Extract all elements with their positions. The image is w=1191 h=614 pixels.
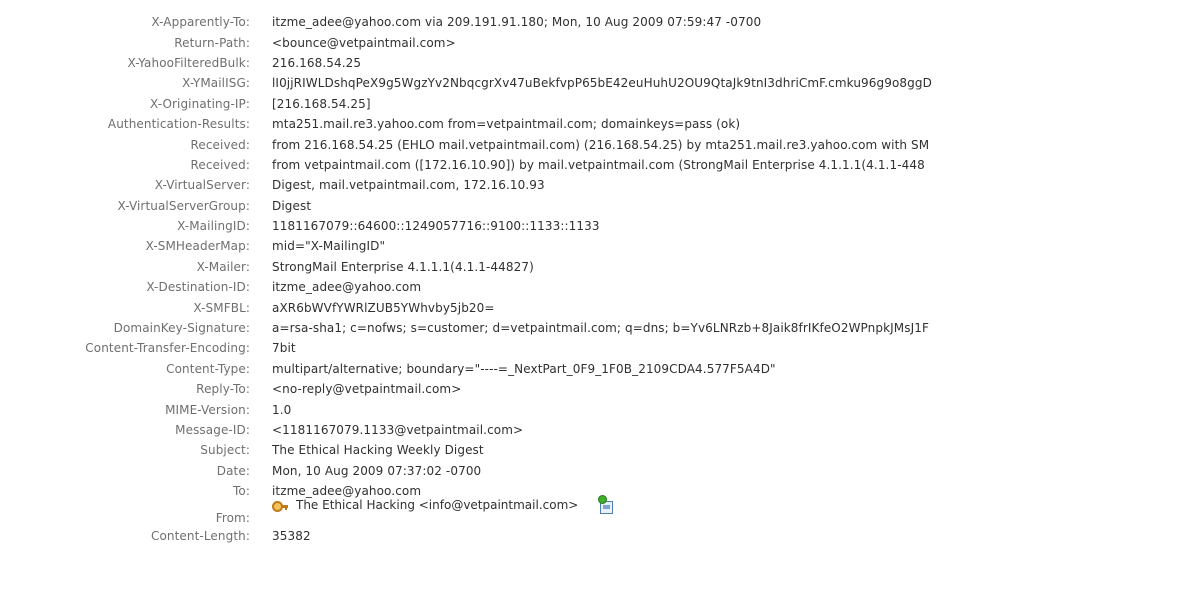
header-value: mta251.mail.re3.yahoo.com from=vetpaintm… [272, 117, 741, 132]
header-row: Content-Type: multipart/alternative; boun… [0, 359, 1191, 379]
header-row: X-YMailISG: lI0jjRIWLDshqPeX9g5WgzYv2Nbqc… [0, 73, 1191, 93]
header-name: Content-Length: [151, 528, 250, 543]
header-name: Return-Path: [174, 35, 250, 50]
header-row: X-YahooFilteredBulk: 216.168.54.25 [0, 53, 1191, 73]
header-name: Received: [190, 137, 250, 152]
header-value: Digest, mail.vetpaintmail.com, 172.16.10… [272, 178, 545, 193]
header-name: To: [233, 484, 250, 499]
header-value: itzme_adee@yahoo.com via 209.191.91.180;… [272, 15, 762, 30]
header-value: Digest [272, 198, 312, 213]
header-value: [216.168.54.25] [272, 96, 371, 111]
header-name: Date: [216, 463, 250, 478]
header-value: The Ethical Hacking Weekly Digest [272, 443, 484, 458]
header-row: Date: Mon, 10 Aug 2009 07:37:02 -0700 [0, 461, 1191, 481]
header-value: aXR6bWVfYWRlZUB5YWhvby5jb20= [272, 300, 495, 315]
header-row: X-SMFBL: aXR6bWVfYWRlZUB5YWhvby5jb20= [0, 297, 1191, 317]
header-name: MIME-Version: [165, 402, 250, 417]
header-value-from: The Ethical Hacking <info@vetpaintmail.c… [272, 495, 614, 515]
header-name: X-VirtualServer: [154, 178, 250, 193]
header-row: X-SMHeaderMap: mid="X-MailingID" [0, 236, 1191, 256]
header-value: 7bit [272, 341, 296, 356]
header-row: MIME-Version: 1.0 [0, 399, 1191, 419]
header-row: Received: from vetpaintmail.com ([172.16.… [0, 155, 1191, 175]
header-value: StrongMail Enterprise 4.1.1.1(4.1.1-4482… [272, 259, 534, 274]
header-value: <no-reply@vetpaintmail.com> [272, 382, 462, 397]
header-name: DomainKey-Signature: [113, 321, 250, 336]
header-row: DomainKey-Signature: a=rsa-sha1; c=nofws;… [0, 318, 1191, 338]
header-name: X-Originating-IP: [149, 96, 250, 111]
header-value: from 216.168.54.25 (EHLO mail.vetpaintma… [272, 137, 930, 152]
header-name: Message-ID: [175, 423, 250, 437]
header-value: from vetpaintmail.com ([172.16.10.90]) b… [272, 157, 925, 172]
header-row: X-VirtualServer: Digest, mail.vetpaintmai… [0, 175, 1191, 195]
header-name: X-SMHeaderMap: [145, 239, 250, 254]
header-row: Content-Transfer-Encoding: 7bit [0, 338, 1191, 358]
header-row: Return-Path: <bounce@vetpaintmail.com> [0, 32, 1191, 52]
header-value: 1181167079::64600::1249057716::9100::113… [272, 219, 600, 234]
header-row: X-MailingID: 1181167079::64600::124905771… [0, 216, 1191, 236]
header-name: X-Mailer: [196, 259, 250, 274]
header-value: itzme_adee@yahoo.com [272, 280, 422, 295]
header-value: <bounce@vetpaintmail.com> [272, 35, 456, 50]
header-name: Authentication-Results: [107, 117, 250, 132]
key-icon [272, 497, 288, 513]
header-name: X-Apparently-To: [151, 15, 250, 30]
email-header-list: X-Apparently-To: itzme_adee@yahoo.com via… [0, 12, 1191, 546]
header-name: Received: [190, 157, 250, 172]
header-name: From: [215, 511, 250, 526]
header-row: Message-ID: <1181167079.1133@vetpaintmail… [0, 420, 1191, 440]
header-value: itzme_adee@yahoo.com [272, 484, 422, 499]
header-row: X-Apparently-To: itzme_adee@yahoo.com via… [0, 12, 1191, 32]
add-contact-icon[interactable] [596, 495, 614, 515]
header-value: lI0jjRIWLDshqPeX9g5WgzYv2NbqcgrXv47uBekf… [272, 76, 932, 91]
header-name: X-MailingID: [177, 219, 250, 234]
header-row: Authentication-Results: mta251.mail.re3.y… [0, 114, 1191, 134]
header-row: Received: from 216.168.54.25 (EHLO mail.v… [0, 134, 1191, 154]
header-row: X-Mailer: StrongMail Enterprise 4.1.1.1(4… [0, 257, 1191, 277]
header-value: <1181167079.1133@vetpaintmail.com> [272, 423, 524, 437]
header-value: a=rsa-sha1; c=nofws; s=customer; d=vetpa… [272, 321, 929, 336]
header-name: X-YahooFilteredBulk: [127, 55, 250, 70]
header-row: X-VirtualServerGroup: Digest [0, 196, 1191, 216]
header-row: X-Originating-IP: [216.168.54.25] [0, 94, 1191, 114]
header-row: X-Destination-ID: itzme_adee@yahoo.com [0, 277, 1191, 297]
header-row-from: From: The Ethical Hacking <info@vetpaint… [0, 495, 1191, 526]
header-value: 35382 [272, 528, 311, 543]
header-name: Content-Type: [166, 361, 250, 376]
header-name: X-Destination-ID: [146, 280, 250, 295]
header-name: X-VirtualServerGroup: [117, 198, 250, 213]
header-row: Subject: The Ethical Hacking Weekly Diges… [0, 440, 1191, 460]
header-name: Subject: [200, 443, 250, 458]
header-value: Mon, 10 Aug 2009 07:37:02 -0700 [272, 463, 482, 478]
header-name: Content-Transfer-Encoding: [85, 341, 250, 356]
header-name: X-YMailISG: [182, 76, 250, 91]
header-row: Reply-To: <no-reply@vetpaintmail.com> [0, 379, 1191, 399]
sender-address[interactable]: The Ethical Hacking <info@vetpaintmail.c… [296, 498, 578, 512]
header-name: X-SMFBL: [193, 300, 250, 315]
header-value: mid="X-MailingID" [272, 239, 386, 254]
header-row-content-length: Content-Length: 35382 [0, 525, 1191, 545]
header-value: multipart/alternative; boundary="----=_N… [272, 361, 776, 376]
header-value: 1.0 [272, 402, 292, 417]
header-value: 216.168.54.25 [272, 55, 362, 70]
header-name: Reply-To: [196, 382, 250, 397]
